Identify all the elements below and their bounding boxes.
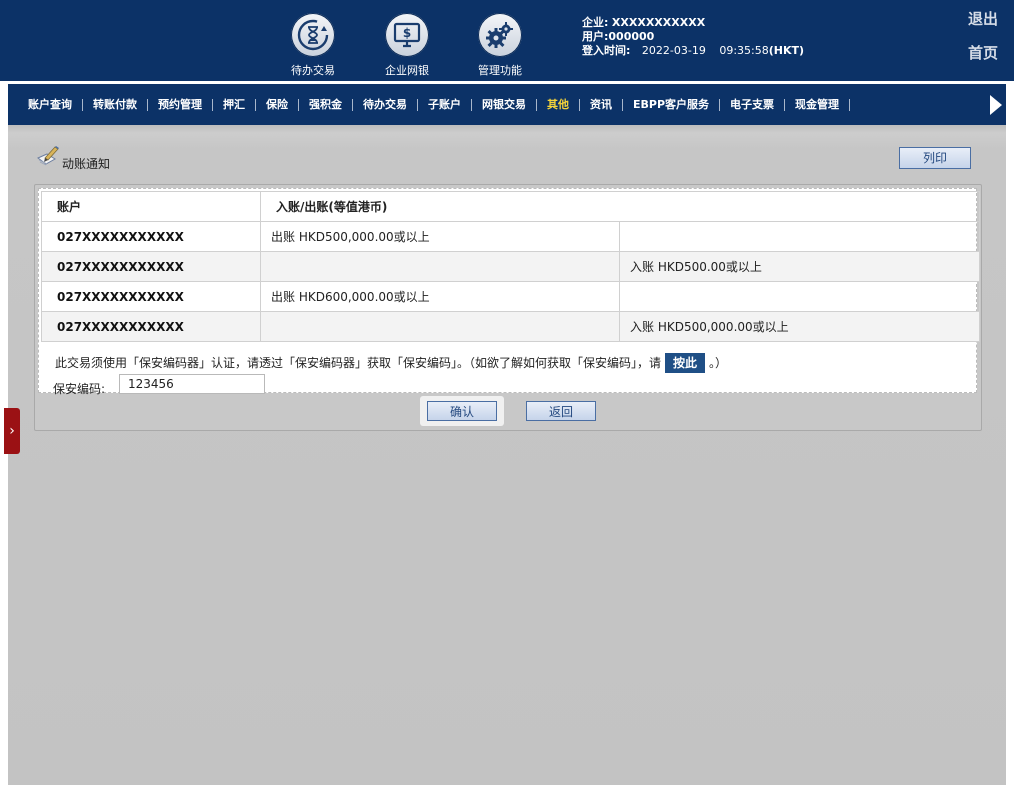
user-label: 用户: (582, 30, 609, 43)
home-link[interactable]: 首页 (968, 42, 998, 63)
logout-link[interactable]: 退出 (968, 8, 998, 29)
nav-item-11[interactable]: EBPP客户服务 (623, 98, 719, 112)
nav-item-4[interactable]: 保险 (256, 98, 298, 112)
corporate-banking-label: 企业网银 (385, 64, 429, 77)
nav-item-6[interactable]: 待办交易 (353, 98, 417, 112)
security-code-label: 保安编码: (53, 382, 106, 396)
column-header-amount: 入账/出账(等值港币) (259, 191, 981, 222)
corporate-banking-button[interactable]: $ 企业网银 (372, 13, 442, 78)
security-note-end: 。） (709, 356, 728, 370)
nav-item-10[interactable]: 资讯 (580, 98, 622, 112)
cell-credit: 入账 HKD500.00或以上 (618, 251, 981, 282)
cell-debit (260, 311, 620, 342)
cell-account: 027XXXXXXXXXXX (41, 311, 261, 342)
cell-credit (618, 281, 981, 312)
nav-item-3[interactable]: 押汇 (213, 98, 255, 112)
nav-item-7[interactable]: 子账户 (418, 98, 471, 112)
cell-account: 027XXXXXXXXXXX (41, 221, 261, 252)
login-line: 登入时间: 2022-03-19 09:35:58(HKT) (582, 44, 804, 58)
pending-transactions-label: 待办交易 (291, 64, 335, 77)
security-note-text: 此交易须使用「保安编码器」认证，请透过「保安编码器」获取「保安编码」。（如欲了解… (55, 356, 662, 370)
table-row: 027XXXXXXXXXXX 出账 HKD600,000.00或以上 (41, 281, 981, 312)
pencil-note-icon (36, 145, 60, 170)
nav-item-12[interactable]: 电子支票 (720, 98, 784, 112)
login-timezone: (HKT) (768, 44, 805, 57)
nav-item-2[interactable]: 预约管理 (148, 98, 212, 112)
pending-transactions-button[interactable]: 待办交易 (278, 13, 348, 78)
notification-panel: 账户 入账/出账(等值港币) 027XXXXXXXXXXX 出账 HKD500,0… (34, 184, 982, 431)
column-header-account: 账户 (41, 191, 261, 222)
cell-debit: 出账 HKD500,000.00或以上 (260, 221, 620, 252)
cell-credit (618, 221, 981, 252)
monitor-dollar-icon: $ (385, 13, 429, 57)
cell-credit: 入账 HKD500,000.00或以上 (618, 311, 981, 342)
nav-item-13[interactable]: 现金管理 (785, 98, 849, 112)
click-here-button[interactable]: 按此 (665, 353, 706, 373)
svg-text:$: $ (403, 26, 411, 40)
security-code-input[interactable] (119, 374, 265, 394)
table-row: 027XXXXXXXXXXX 入账 HKD500,000.00或以上 (41, 311, 981, 342)
security-note: 此交易须使用「保安编码器」认证，请透过「保安编码器」获取「保安编码」。（如欲了解… (55, 353, 727, 373)
nav-menu: 账户查询 转账付款 预约管理 押汇 保险 强积金 待办交易 子账户 网银交易 其他 资讯 EBPP客户… (18, 84, 851, 125)
page-title: 动账通知 (62, 157, 111, 171)
nav-item-5[interactable]: 强积金 (299, 98, 352, 112)
login-time: 09:35:58 (719, 44, 769, 57)
cell-debit: 出账 HKD600,000.00或以上 (260, 281, 620, 312)
cell-account: 027XXXXXXXXXXX (41, 251, 261, 282)
management-button[interactable]: 管理功能 (465, 13, 535, 78)
main-nav: 账户查询 转账付款 预约管理 押汇 保险 强积金 待办交易 子账户 网银交易 其他 资讯 EBPP客户… (8, 84, 1006, 125)
login-date: 2022-03-19 (641, 44, 706, 57)
session-info: 企业: XXXXXXXXXXX 用户:000000 登入时间: 2022-03-… (582, 16, 804, 58)
cell-account: 027XXXXXXXXXXX (41, 281, 261, 312)
nav-item-0[interactable]: 账户查询 (18, 98, 82, 112)
company-label: 企业: (582, 16, 609, 29)
nav-item-8[interactable]: 网银交易 (472, 98, 536, 112)
table-header-row: 账户 入账/出账(等值港币) (41, 191, 981, 222)
user-line: 用户:000000 (582, 30, 804, 44)
header: 待办交易 $ 企业网银 管理功能 企业: XXXXXXXXXXX 用户:0000… (0, 0, 1014, 81)
nav-item-1[interactable]: 转账付款 (83, 98, 147, 112)
confirm-button-focus-ring: 确认 (420, 396, 504, 426)
gears-icon (478, 13, 522, 57)
back-button[interactable]: 返回 (526, 401, 596, 421)
cell-debit (260, 251, 620, 282)
management-label: 管理功能 (478, 64, 522, 77)
account-table: 账户 入账/出账(等值港币) 027XXXXXXXXXXX 出账 HKD500,0… (41, 191, 981, 342)
user-value: 000000 (608, 30, 655, 43)
hourglass-icon (291, 13, 335, 57)
side-panel-toggle[interactable]: › (4, 408, 20, 454)
nav-item-9[interactable]: 其他 (537, 98, 579, 112)
nav-scroll-right-icon[interactable] (990, 95, 1002, 115)
table-row: 027XXXXXXXXXXX 出账 HKD500,000.00或以上 (41, 221, 981, 252)
table-row: 027XXXXXXXXXXX 入账 HKD500.00或以上 (41, 251, 981, 282)
login-label: 登入时间: (582, 44, 631, 57)
print-button[interactable]: 列印 (899, 147, 971, 169)
company-line: 企业: XXXXXXXXXXX (582, 16, 804, 30)
content-area: 动账通知 列印 账户 入账/出账(等值港币) 027XXXXXXXXXXX 出账 … (8, 125, 1006, 785)
nav-separator (849, 98, 851, 111)
confirm-button[interactable]: 确认 (427, 401, 497, 421)
chevron-right-icon: › (9, 423, 15, 439)
notification-form: 账户 入账/出账(等值港币) 027XXXXXXXXXXX 出账 HKD500,0… (38, 188, 981, 396)
company-value: XXXXXXXXXXX (611, 16, 706, 29)
